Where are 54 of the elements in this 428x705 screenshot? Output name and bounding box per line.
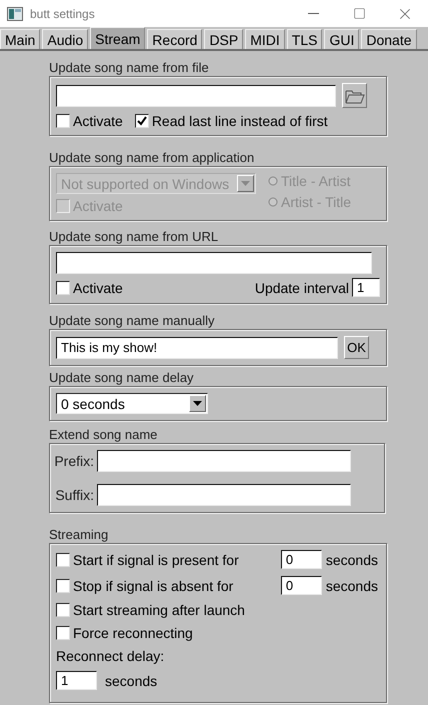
file-path-field[interactable] (56, 84, 336, 106)
field-label: Prefix: (54, 453, 94, 469)
tab[interactable]: Audio (42, 29, 88, 49)
tab[interactable]: Record (147, 29, 202, 49)
folder-icon (344, 88, 364, 104)
checkbox[interactable] (56, 578, 70, 592)
text-field[interactable] (97, 450, 351, 472)
group-title: Update song name from URL (49, 229, 220, 245)
checkbox[interactable] (56, 626, 70, 640)
reconnect-delay-label: Reconnect delay: (56, 648, 166, 664)
group-title: Update song name delay (49, 370, 195, 386)
checkbox-label: Read last line instead of first (152, 113, 328, 129)
checkbox[interactable] (56, 603, 70, 617)
minimize-icon (308, 13, 318, 14)
unit-label: seconds (105, 672, 158, 688)
tab[interactable]: TLS (286, 29, 322, 49)
checkbox-label: Start streaming after launch (73, 602, 245, 618)
delay-dropdown[interactable]: 0 seconds (56, 393, 208, 414)
unit-label: seconds (326, 552, 378, 568)
interval-label: Update interval (254, 280, 349, 296)
window-title: butt settings (30, 6, 96, 20)
field-label: Suffix: (54, 487, 94, 503)
unit-label: seconds (326, 578, 378, 594)
url-field[interactable] (56, 252, 372, 274)
checkbox-label: Activate (73, 113, 123, 129)
checkbox-label: Activate (73, 280, 123, 296)
group-title: Extend song name (49, 427, 158, 443)
seconds-field[interactable]: 0 (280, 576, 322, 595)
tab[interactable]: MIDI (245, 29, 285, 49)
ok-button[interactable]: OK (344, 336, 369, 359)
reconnect-delay-field[interactable]: 1 (56, 671, 97, 690)
tab[interactable]: Stream (90, 27, 146, 49)
interval-field[interactable]: 1 (352, 278, 380, 297)
maximize-icon (352, 7, 366, 20)
checkbox-label: Start if signal is present for (73, 552, 239, 568)
app-icon (7, 6, 23, 20)
tab[interactable]: Donate (361, 29, 417, 49)
tab[interactable]: DSP (204, 29, 244, 49)
checkbox[interactable] (134, 114, 149, 128)
checkbox-label: Stop if signal is absent for (73, 578, 234, 594)
tab[interactable]: Main (0, 29, 40, 49)
group-title: Update song name from application (49, 150, 256, 166)
open-folder-button[interactable] (342, 83, 367, 108)
tab[interactable]: GUI (324, 29, 360, 49)
song-name-field[interactable]: This is my show! (56, 336, 338, 358)
group-title: Update song name manually (49, 313, 216, 329)
checkbox[interactable] (56, 114, 70, 128)
checkbox-label: Force reconnecting (73, 625, 193, 641)
checkbox[interactable] (56, 280, 70, 294)
group-title: Streaming (49, 527, 110, 543)
group-title: Update song name from file (49, 60, 210, 76)
seconds-field[interactable]: 0 (280, 550, 322, 569)
checkbox[interactable] (56, 552, 70, 566)
text-field[interactable] (97, 484, 351, 506)
